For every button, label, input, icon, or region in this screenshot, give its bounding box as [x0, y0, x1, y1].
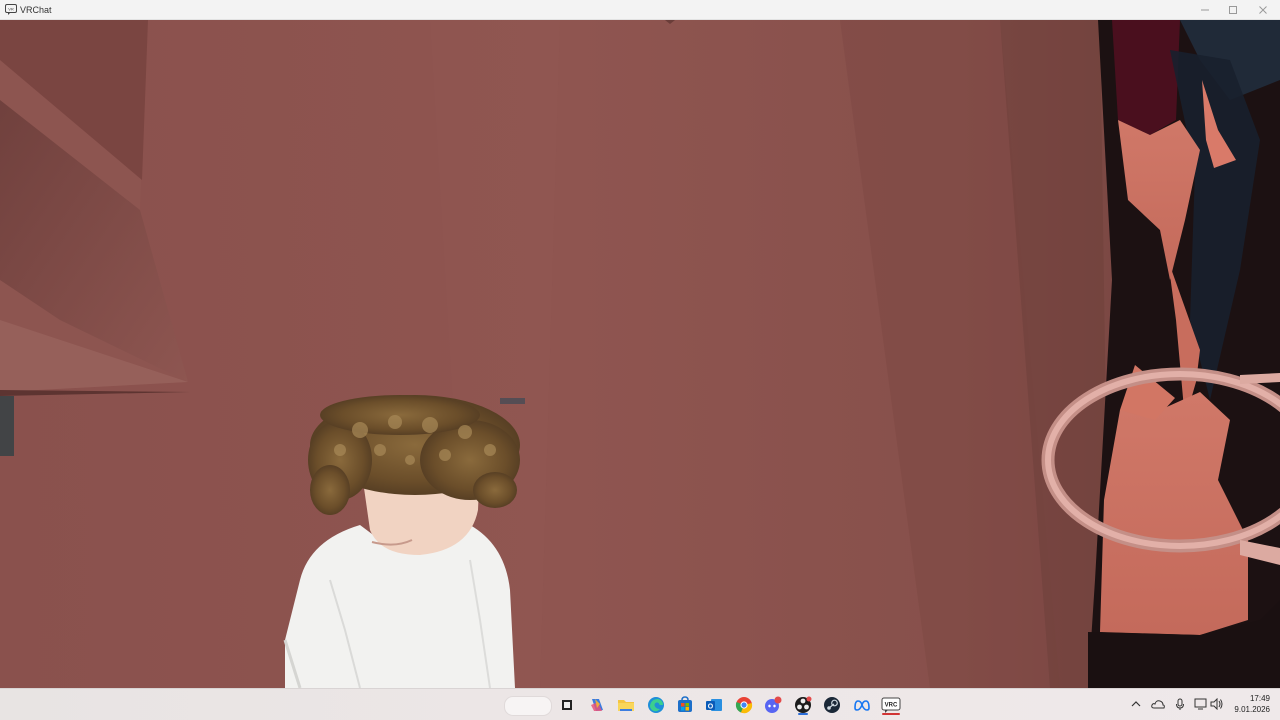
svg-text:VR: VR	[8, 7, 14, 12]
copilot-icon	[591, 699, 603, 711]
obs-icon	[795, 696, 812, 713]
clock-time: 17:49	[1249, 694, 1270, 703]
edge-icon	[648, 697, 664, 713]
system-clock[interactable]: 17:49 9.01.2026	[1234, 694, 1270, 715]
search-box[interactable]	[504, 696, 552, 716]
vrchat-active-indicator	[882, 713, 900, 715]
copilot-button[interactable]	[586, 694, 608, 716]
microphone-tray[interactable]	[1173, 697, 1187, 711]
task-view-button[interactable]	[556, 694, 578, 716]
store-icon	[678, 696, 692, 712]
right-avatar-geometry	[1088, 20, 1280, 688]
vrchat-icon: VRC	[881, 697, 901, 713]
outlook-button[interactable]: O	[703, 694, 725, 716]
volume-tray[interactable]	[1210, 697, 1224, 711]
onedrive-icon	[1151, 700, 1165, 709]
minimize-icon	[1201, 9, 1209, 11]
game-viewport[interactable]	[0, 20, 1280, 688]
vrchat-app-icon: VR	[5, 4, 17, 15]
tray-overflow-button[interactable]	[1129, 697, 1143, 711]
network-icon	[1194, 698, 1207, 710]
meta-icon	[854, 700, 870, 711]
outlook-icon: O	[706, 699, 722, 711]
close-button[interactable]	[1248, 0, 1278, 20]
discord-button[interactable]	[762, 694, 784, 716]
steam-button[interactable]	[821, 694, 843, 716]
vrchat-window: VR VRChat	[0, 0, 1280, 688]
file-explorer-button[interactable]	[615, 694, 637, 716]
network-tray[interactable]	[1194, 697, 1208, 711]
maximize-button[interactable]	[1218, 0, 1248, 20]
chrome-icon	[735, 697, 753, 714]
window-title: VRChat	[20, 5, 52, 15]
chrome-button[interactable]	[733, 694, 755, 716]
microphone-icon	[1176, 698, 1184, 710]
onedrive-tray[interactable]	[1151, 697, 1165, 711]
svg-text:VRC: VRC	[885, 703, 898, 709]
vrchat-taskbar-button[interactable]: VRC	[880, 694, 902, 716]
chevron-up-icon	[1131, 701, 1141, 707]
close-icon	[1259, 6, 1267, 14]
volume-icon	[1210, 698, 1223, 710]
edge-button[interactable]	[645, 694, 667, 716]
minimize-button[interactable]	[1190, 0, 1220, 20]
store-button[interactable]	[674, 694, 696, 716]
folder-icon	[618, 700, 634, 711]
discord-icon	[765, 696, 782, 713]
meta-button[interactable]	[851, 694, 873, 716]
taskbar: O VRC 17:49 9.01.2026	[0, 688, 1280, 720]
obs-running-indicator	[798, 713, 808, 715]
obs-button[interactable]	[792, 694, 814, 716]
svg-text:O: O	[708, 704, 714, 711]
title-bar[interactable]: VR VRChat	[0, 0, 1280, 20]
task-view-icon	[562, 700, 572, 710]
clock-date: 9.01.2026	[1234, 705, 1270, 714]
maximize-icon	[1229, 6, 1237, 14]
steam-icon	[824, 697, 840, 713]
